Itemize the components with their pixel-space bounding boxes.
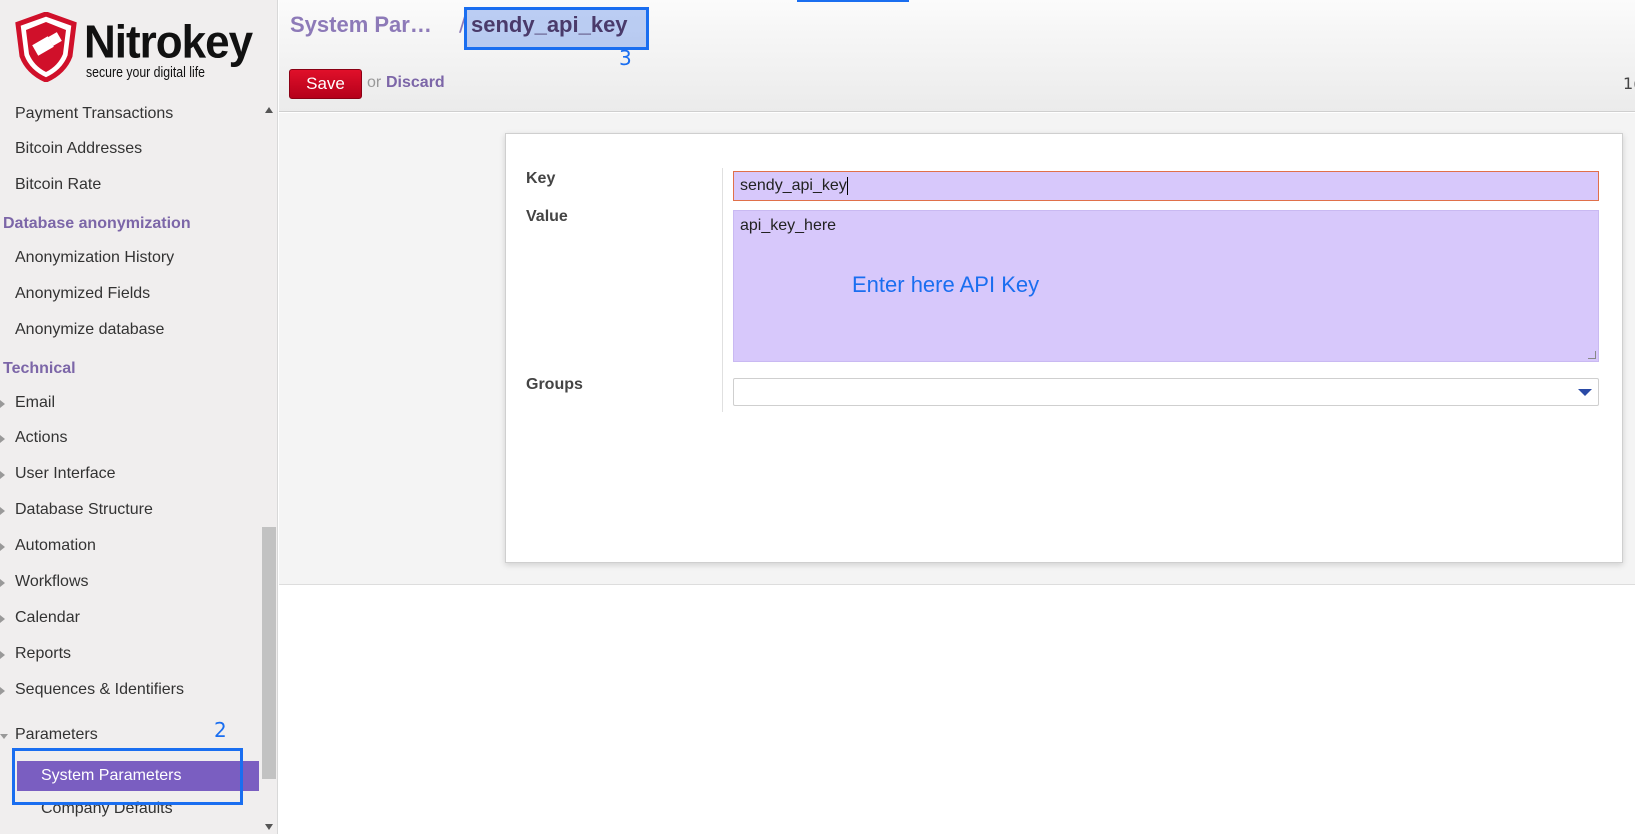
- sidebar-section-database-anonymization: Database anonymization: [3, 215, 191, 232]
- sidebar-item-anonymized-fields[interactable]: Anonymized Fields: [15, 285, 150, 303]
- scroll-down-arrow-icon[interactable]: [265, 824, 273, 830]
- annotation-number-2: 2: [214, 718, 227, 742]
- sidebar-item-email[interactable]: Email: [15, 394, 55, 412]
- collapse-arrow-icon[interactable]: [0, 734, 8, 739]
- annotation-hint-text: Enter here API Key: [852, 272, 1040, 297]
- sidebar-section-technical: Technical: [3, 360, 76, 377]
- groups-label: Groups: [526, 376, 583, 393]
- sidebar-item-bitcoin-rate[interactable]: Bitcoin Rate: [15, 176, 101, 194]
- expand-arrow-icon[interactable]: [0, 507, 5, 515]
- brand-name: Nitrokey: [84, 16, 253, 69]
- scroll-up-arrow-icon[interactable]: [265, 107, 273, 113]
- save-button[interactable]: Save: [289, 69, 362, 99]
- top-indicator-line: [797, 0, 909, 2]
- sidebar-item-anonymization-history[interactable]: Anonymization History: [15, 249, 174, 267]
- expand-arrow-icon[interactable]: [0, 579, 5, 587]
- annotation-box-step-2: [12, 748, 243, 805]
- key-label: Key: [526, 170, 556, 187]
- or-text: or: [367, 74, 382, 91]
- expand-arrow-icon[interactable]: [0, 471, 5, 479]
- value-label: Value: [526, 208, 568, 225]
- pager-counter: 1(: [1623, 74, 1635, 93]
- expand-arrow-icon[interactable]: [0, 615, 5, 623]
- sidebar-item-parameters[interactable]: Parameters: [15, 726, 98, 744]
- shield-icon: [15, 12, 77, 82]
- expand-arrow-icon[interactable]: [0, 651, 5, 659]
- nitrokey-logo[interactable]: Nitrokey secure your digital life: [14, 12, 254, 84]
- label-separator: [722, 168, 723, 412]
- text-caret: [846, 177, 848, 195]
- sidebar-item-user-interface[interactable]: User Interface: [15, 465, 115, 483]
- chevron-down-icon[interactable]: [1578, 389, 1592, 396]
- annotation-number-3: 3: [619, 46, 632, 70]
- breadcrumb-current: sendy_api_key: [471, 12, 628, 37]
- sidebar-item-actions[interactable]: Actions: [15, 429, 67, 447]
- expand-arrow-icon[interactable]: [0, 543, 5, 551]
- sidebar-item-calendar[interactable]: Calendar: [15, 609, 80, 627]
- brand-tagline: secure your digital life: [86, 64, 205, 81]
- key-input-text: sendy_api_key: [740, 177, 847, 195]
- resize-handle-icon[interactable]: [1588, 351, 1596, 359]
- discard-link[interactable]: Discard: [386, 74, 445, 92]
- sidebar-item-sequences-identifiers[interactable]: Sequences & Identifiers: [15, 681, 184, 699]
- sidebar-scrollbar-thumb[interactable]: [262, 527, 276, 779]
- sidebar-item-payment-transactions[interactable]: Payment Transactions: [15, 105, 173, 123]
- sidebar-item-database-structure[interactable]: Database Structure: [15, 501, 153, 519]
- value-textarea-text: api_key_here: [740, 217, 837, 234]
- sidebar-item-workflows[interactable]: Workflows: [15, 573, 89, 591]
- expand-arrow-icon[interactable]: [0, 435, 5, 443]
- sidebar: Nitrokey secure your digital life Paymen…: [0, 0, 278, 834]
- expand-arrow-icon[interactable]: [0, 687, 5, 695]
- expand-arrow-icon[interactable]: [0, 400, 5, 408]
- sidebar-item-reports[interactable]: Reports: [15, 645, 71, 663]
- breadcrumb-parent-link[interactable]: System Par…: [290, 12, 432, 38]
- sidebar-item-bitcoin-addresses[interactable]: Bitcoin Addresses: [15, 140, 142, 158]
- sidebar-item-automation[interactable]: Automation: [15, 537, 96, 555]
- key-input[interactable]: sendy_api_key: [733, 171, 1599, 201]
- sidebar-item-anonymize-database[interactable]: Anonymize database: [15, 321, 164, 339]
- groups-select[interactable]: [733, 378, 1599, 406]
